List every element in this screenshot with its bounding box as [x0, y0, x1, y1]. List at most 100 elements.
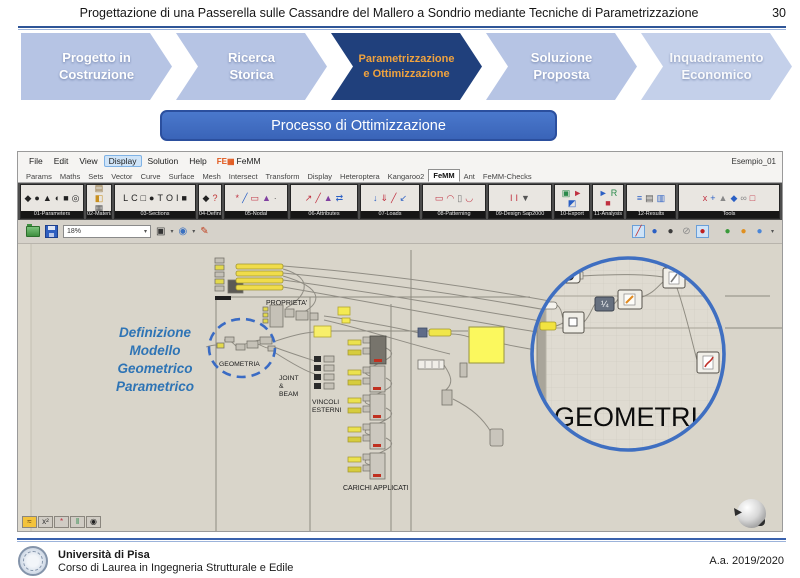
display-mode-icon[interactable]: ●	[737, 225, 750, 238]
toolbar-group-label[interactable]: 10-Export	[555, 211, 589, 218]
tool-icon[interactable]: ∞	[740, 194, 746, 203]
tool-icon[interactable]: ◐	[55, 194, 60, 203]
toolbar-group-label[interactable]: 08-Patterning	[423, 211, 485, 218]
tool-icon[interactable]: x	[703, 194, 708, 203]
femm-clusters[interactable]	[348, 336, 386, 479]
tool-icon[interactable]: ▲	[43, 194, 52, 203]
navigation-ball[interactable]	[737, 499, 766, 528]
tool-icon[interactable]: ▼	[521, 194, 530, 203]
tool-icon[interactable]: I	[176, 194, 179, 203]
menu-item[interactable]: View	[74, 155, 102, 167]
status-toggle-icon[interactable]: *	[54, 516, 69, 528]
tool-icon[interactable]: ●	[149, 194, 154, 203]
toolbar-group-label[interactable]: 02-Materia..	[87, 211, 111, 218]
toolbar-group-label[interactable]: 04-Defini..	[199, 211, 221, 218]
tool-icon[interactable]: ≡	[637, 194, 642, 203]
toolbar-group-label[interactable]: Tools	[679, 211, 779, 218]
component-tab[interactable]: Ant	[460, 171, 479, 182]
component-tab[interactable]: Mesh	[198, 171, 224, 182]
tool-icon[interactable]: T	[157, 194, 163, 203]
component-tab[interactable]: Heteroptera	[336, 171, 384, 182]
tool-icon[interactable]: +	[710, 194, 715, 203]
tool-icon[interactable]: □	[750, 194, 755, 203]
zoom-extents-icon[interactable]: ▣	[156, 227, 165, 237]
menu-item[interactable]: Display	[104, 155, 142, 167]
tool-icon[interactable]: ↓	[373, 194, 378, 203]
component-tab[interactable]: Params	[22, 171, 56, 182]
menu-item-femm[interactable]: FE▦ FeMM	[213, 155, 265, 167]
tool-icon[interactable]: ◠	[446, 194, 454, 203]
tool-icon[interactable]: ◆	[730, 194, 737, 203]
save-file-icon[interactable]	[45, 225, 58, 238]
status-toggle-icon[interactable]: x²	[38, 516, 53, 528]
tool-icon[interactable]: ◡	[465, 194, 473, 203]
component-tab[interactable]: Maths	[56, 171, 84, 182]
panel-nodes[interactable]	[314, 307, 504, 446]
toolbar-group-label[interactable]: 05-Nodal	[225, 211, 287, 218]
open-file-icon[interactable]	[26, 226, 40, 237]
sketch-pen-icon[interactable]: ✎	[200, 227, 208, 237]
tool-icon[interactable]: ↙	[399, 194, 407, 203]
tool-icon[interactable]: O	[166, 194, 173, 203]
menu-item[interactable]: Solution	[143, 155, 184, 167]
component-tab[interactable]: Curve	[137, 171, 165, 182]
tool-icon[interactable]: ■	[605, 199, 610, 208]
menu-item[interactable]: Edit	[49, 155, 74, 167]
tool-icon[interactable]: ◩	[568, 199, 577, 208]
tool-icon[interactable]: ▲	[262, 194, 271, 203]
tool-icon[interactable]: ▲	[324, 194, 333, 203]
tool-icon[interactable]: ⇄	[336, 194, 344, 203]
component-tab[interactable]: Kangaroo2	[384, 171, 429, 182]
tool-icon[interactable]: ▲	[719, 194, 728, 203]
component-tab[interactable]: Intersect	[225, 171, 262, 182]
tool-icon[interactable]: ◎	[72, 194, 80, 203]
display-mode-icon[interactable]: ●	[696, 225, 709, 238]
chevron-down-icon[interactable]: ▾	[192, 228, 195, 235]
component-tab[interactable]: FeMM-Checks	[479, 171, 536, 182]
tool-icon[interactable]: ▭	[250, 194, 259, 203]
tool-icon[interactable]: ◧	[95, 194, 104, 203]
component-tab[interactable]: Sets	[84, 171, 107, 182]
display-mode-icon[interactable]: ⊘	[680, 225, 693, 238]
tool-icon[interactable]: ╱	[242, 194, 247, 203]
menu-item[interactable]: File	[24, 155, 48, 167]
tool-icon[interactable]: ╱	[391, 194, 396, 203]
status-toggle-icon[interactable]: ≈	[22, 516, 37, 528]
display-mode-icon[interactable]: ●	[721, 225, 734, 238]
toolbar-group-label[interactable]: 09-Design Sap2000	[489, 211, 551, 218]
tool-icon[interactable]: ►	[573, 189, 582, 198]
tool-icon[interactable]: ▤	[95, 185, 104, 193]
tool-icon[interactable]: ▯	[457, 194, 462, 203]
toolbar-group-label[interactable]: 03-Sections	[115, 211, 195, 218]
component-tab[interactable]: FeMM	[428, 169, 459, 182]
slider-group[interactable]	[236, 264, 283, 290]
tool-icon[interactable]: ■	[181, 194, 186, 203]
display-mode-icon[interactable]: ●	[753, 225, 766, 238]
toolbar-group-label[interactable]: 01-Parameters	[21, 211, 83, 218]
tool-icon[interactable]: ■	[63, 194, 68, 203]
display-mode-icon[interactable]: ●	[648, 225, 661, 238]
component-tab[interactable]: Surface	[165, 171, 199, 182]
tool-icon[interactable]: ●	[34, 194, 39, 203]
tool-icon[interactable]: I	[510, 194, 513, 203]
tool-icon[interactable]: ◆	[203, 194, 210, 203]
tool-icon[interactable]: ▭	[435, 194, 444, 203]
display-mode-icon[interactable]: ╱	[632, 225, 645, 238]
toolbar-group-label[interactable]: 06-Attributes	[291, 211, 357, 218]
tool-icon[interactable]: ↗	[305, 194, 313, 203]
toolbar-group-label[interactable]: 12-Results	[627, 211, 675, 218]
tool-icon[interactable]: ▤	[645, 194, 654, 203]
display-mode-icon[interactable]: ●	[664, 225, 677, 238]
component-tab[interactable]: Display	[303, 171, 336, 182]
zoom-level-dropdown[interactable]: 18% ▾	[63, 225, 151, 238]
tool-icon[interactable]: ∙	[274, 194, 277, 203]
tool-icon[interactable]: ╱	[315, 194, 320, 203]
tool-icon[interactable]: L	[123, 194, 128, 203]
component-tab[interactable]: Vector	[107, 171, 136, 182]
status-toggle-icon[interactable]: ‖	[70, 516, 85, 528]
tool-icon[interactable]: C	[131, 194, 138, 203]
tool-icon[interactable]: ▣	[562, 189, 571, 198]
toolbar-group-label[interactable]: 11-Analysis	[593, 211, 623, 218]
tool-icon[interactable]: R	[611, 189, 618, 198]
tool-icon[interactable]: ?	[212, 194, 217, 203]
